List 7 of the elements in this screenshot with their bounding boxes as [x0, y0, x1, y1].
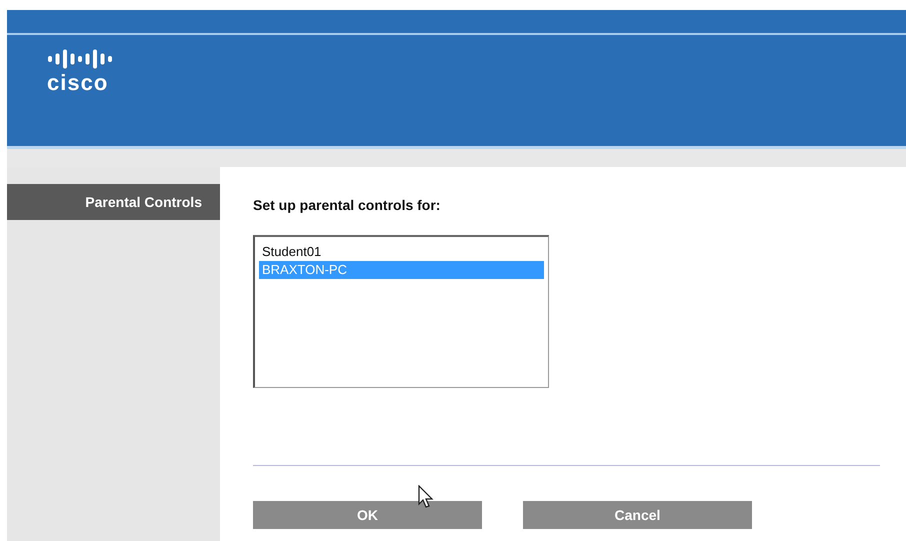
logo-bars-icon — [47, 49, 113, 69]
section-title: Set up parental controls for: — [253, 197, 442, 213]
list-item[interactable]: Student01 — [259, 243, 544, 261]
logo-text: cisco — [47, 71, 108, 95]
mouse-cursor-icon — [418, 485, 434, 509]
sidebar-item[interactable]: Parental Controls — [7, 184, 220, 220]
device-list[interactable]: Student01 BRAXTON-PC — [253, 235, 549, 388]
